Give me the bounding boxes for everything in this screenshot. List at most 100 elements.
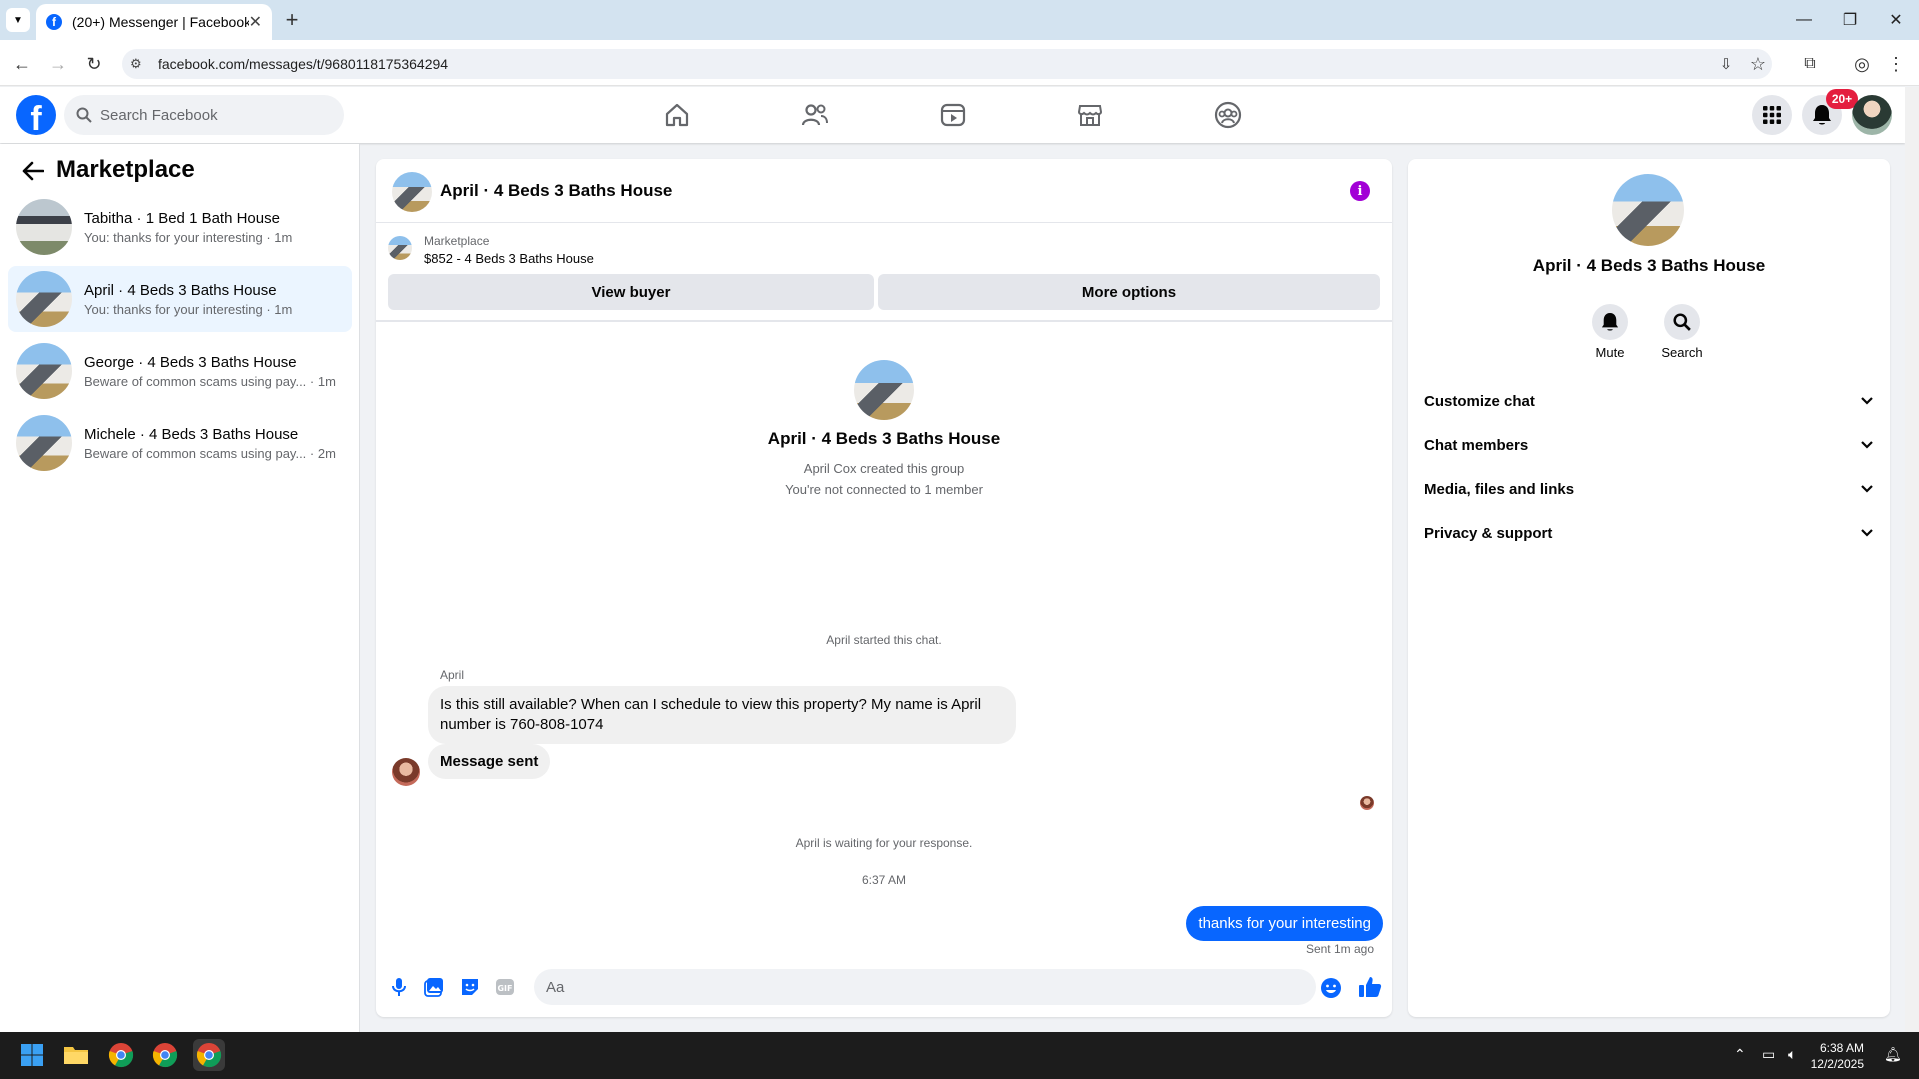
conversation-name: April · 4 Beds 3 Baths House	[84, 281, 277, 299]
section-label: Chat members	[1424, 436, 1529, 454]
chevron-down-icon	[1860, 440, 1874, 450]
chat-title[interactable]: April · 4 Beds 3 Baths House	[440, 181, 672, 201]
notification-center-icon[interactable]: 🔔︎	[1884, 1046, 1902, 1063]
like-thumb-icon[interactable]	[1358, 975, 1382, 999]
outgoing-message[interactable]: thanks for your interesting	[1186, 906, 1383, 941]
emoji-icon[interactable]	[1320, 977, 1342, 999]
chrome-profile-icon[interactable]	[149, 1039, 181, 1071]
site-info-icon[interactable]: ⚙	[130, 56, 142, 72]
taskbar-clock[interactable]: 6:38 AM 12/2/2025	[1800, 1040, 1864, 1072]
chevron-down-icon	[1860, 396, 1874, 406]
sticker-icon[interactable]	[459, 976, 481, 998]
windows-start-icon[interactable]	[16, 1039, 48, 1071]
facebook-favicon-icon: f	[46, 14, 62, 30]
browser-menu-icon[interactable]: ⋮	[1882, 50, 1910, 78]
mute-label: Mute	[1595, 345, 1625, 360]
conversation-item[interactable]: George · 4 Beds 3 Baths House Beware of …	[8, 338, 352, 404]
window-close-icon[interactable]: ✕	[1876, 8, 1916, 32]
conversation-preview: Beware of common scams using pay... · 1m	[84, 373, 336, 389]
volume-icon[interactable]: 🔈︎	[1788, 1046, 1796, 1063]
profile-icon[interactable]: ◎	[1848, 50, 1876, 78]
sent-status: Sent 1m ago	[1305, 942, 1374, 956]
browser-tab-messenger[interactable]: f (20+) Messenger | Facebook ✕	[36, 4, 272, 40]
search-placeholder: Search Facebook	[100, 106, 218, 124]
chat-info-avatar	[1612, 174, 1684, 246]
seen-receipt-avatar	[1360, 796, 1374, 810]
customize-chat-section[interactable]: Customize chat	[1424, 381, 1874, 421]
conversation-item[interactable]: Tabitha · 1 Bed 1 Bath House You: thanks…	[8, 194, 352, 260]
tray-chevron-up-icon[interactable]: ⌃	[1734, 1046, 1746, 1063]
listing-price[interactable]: $852 - 4 Beds 3 Baths House	[424, 251, 594, 266]
search-chat-icon[interactable]	[1664, 304, 1700, 340]
listing-thumbnail	[388, 236, 412, 260]
page-scrollbar[interactable]	[1905, 87, 1919, 1032]
conversation-thumbnail	[16, 271, 72, 327]
address-bar[interactable]: facebook.com/messages/t/9680118175364294	[122, 49, 1772, 79]
minimize-icon[interactable]: —	[1784, 8, 1824, 32]
menu-grid-icon[interactable]	[1752, 95, 1792, 135]
bookmark-star-icon[interactable]: ☆	[1744, 50, 1772, 78]
windows-taskbar	[0, 1032, 1919, 1079]
message-input-placeholder: Aa	[546, 978, 565, 996]
info-icon[interactable]: i	[1350, 181, 1370, 201]
conversation-name: Tabitha · 1 Bed 1 Bath House	[84, 209, 280, 227]
media-files-links-section[interactable]: Media, files and links	[1424, 469, 1874, 509]
home-icon[interactable]	[662, 100, 692, 130]
back-icon[interactable]: ←	[8, 50, 36, 78]
conversation-item[interactable]: Michele · 4 Beds 3 Baths House Beware of…	[8, 410, 352, 476]
message-timestamp: 6:37 AM	[861, 873, 907, 887]
gif-icon[interactable]: GIF	[494, 976, 516, 998]
conversation-thumbnail	[16, 199, 72, 255]
chat-started-text: April started this chat.	[826, 633, 942, 647]
tab-title: (20+) Messenger | Facebook	[72, 14, 249, 30]
listing-label: Marketplace	[424, 234, 490, 248]
facebook-logo-icon[interactable]: f	[16, 95, 56, 135]
reload-icon[interactable]: ↻	[80, 50, 108, 78]
friends-icon[interactable]	[800, 100, 830, 130]
privacy-support-section[interactable]: Privacy & support	[1424, 513, 1874, 553]
chat-members-section[interactable]: Chat members	[1424, 425, 1874, 465]
extensions-puzzle-icon[interactable]: ⧉	[1796, 50, 1824, 78]
group-avatar	[854, 360, 914, 420]
incoming-message[interactable]: Is this still available? When can I sche…	[428, 686, 1016, 744]
tab-list-chevron-icon[interactable]: ▼	[6, 8, 30, 32]
video-icon[interactable]	[938, 100, 968, 130]
microphone-icon[interactable]	[388, 976, 410, 998]
incoming-message[interactable]: Message sent	[428, 744, 551, 779]
search-label: Search	[1661, 345, 1703, 360]
clock-date: 12/2/2025	[1810, 1057, 1864, 1071]
forward-icon[interactable]: →	[44, 50, 72, 78]
conversation-item-active[interactable]: April · 4 Beds 3 Baths House You: thanks…	[8, 266, 352, 332]
account-avatar[interactable]	[1852, 95, 1892, 135]
tab-close-icon[interactable]: ✕	[249, 12, 262, 32]
chat-info-title: April · 4 Beds 3 Baths House	[1532, 256, 1766, 275]
marketplace-icon[interactable]	[1075, 100, 1105, 130]
network-icon[interactable]: ▭	[1762, 1046, 1775, 1063]
groups-icon[interactable]	[1213, 100, 1243, 130]
clock-time: 6:38 AM	[1819, 1041, 1864, 1055]
url-text: facebook.com/messages/t/9680118175364294	[158, 56, 449, 72]
facebook-search-input[interactable]: Search Facebook	[64, 95, 344, 135]
message-input[interactable]: Aa	[534, 969, 1316, 1005]
new-tab-plus-icon[interactable]: +	[280, 7, 304, 32]
section-label: Customize chat	[1424, 392, 1535, 410]
photo-icon[interactable]	[423, 976, 445, 998]
group-title: April · 4 Beds 3 Baths House	[767, 429, 1001, 448]
chrome-profile-icon[interactable]	[105, 1039, 137, 1071]
not-connected-text: You're not connected to 1 member	[785, 482, 983, 497]
search-icon	[76, 107, 92, 123]
sender-avatar[interactable]	[392, 758, 420, 786]
view-buyer-button[interactable]: View buyer	[388, 274, 874, 310]
restore-icon[interactable]: ❐	[1830, 8, 1870, 32]
back-arrow-icon[interactable]	[22, 161, 44, 181]
svg-text:GIF: GIF	[497, 984, 512, 993]
group-created-text: April Cox created this group	[803, 461, 965, 476]
chrome-active-icon[interactable]	[193, 1039, 225, 1071]
file-explorer-icon[interactable]	[60, 1039, 92, 1071]
conversation-name: Michele · 4 Beds 3 Baths House	[84, 425, 299, 443]
mute-bell-icon[interactable]	[1592, 304, 1628, 340]
more-options-button[interactable]: More options	[878, 274, 1380, 310]
chat-avatar[interactable]	[392, 172, 432, 212]
install-app-icon[interactable]: ⇩	[1712, 50, 1740, 78]
message-sender-name: April	[440, 668, 465, 682]
